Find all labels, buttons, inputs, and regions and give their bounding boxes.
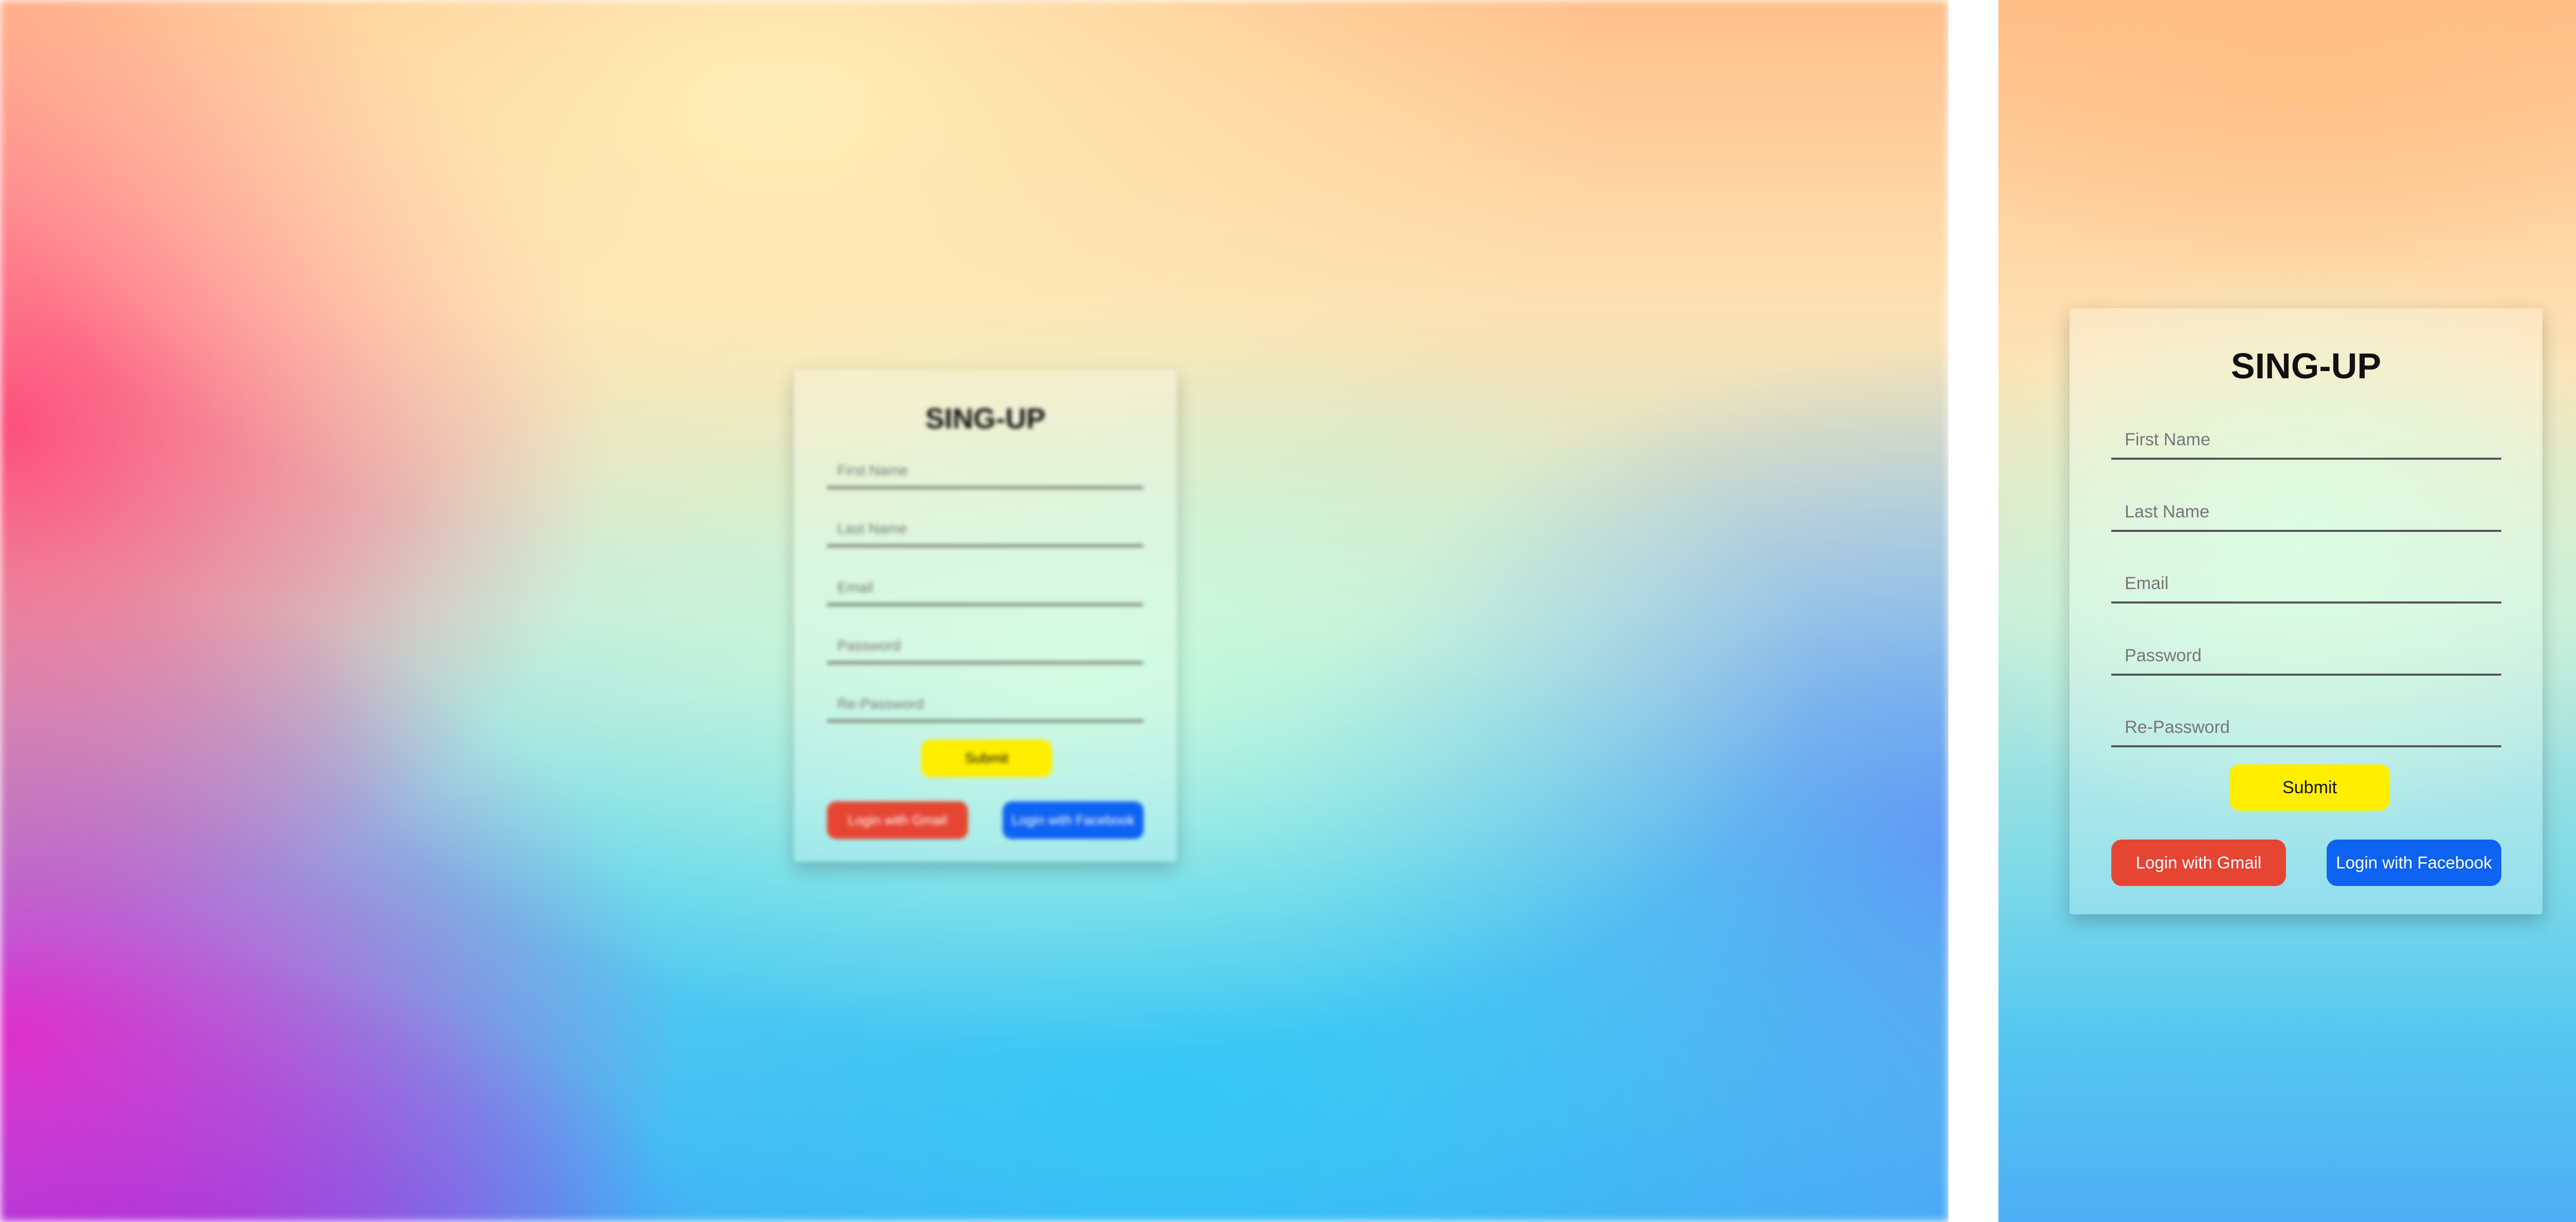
login-facebook-button[interactable]: Login with Facebook [2327,840,2501,886]
desktop-preview: SING-UP Submit Login with Gmail Login wi… [0,0,1948,1222]
last-name-field[interactable] [2111,482,2501,532]
re-password-field[interactable] [827,681,1143,723]
last-name-input[interactable] [2111,482,2501,530]
last-name-field[interactable] [827,506,1143,547]
password-field[interactable] [2111,626,2501,676]
re-password-input[interactable] [827,681,1143,719]
password-input[interactable] [827,623,1143,661]
email-input[interactable] [827,565,1143,603]
first-name-field[interactable] [2111,410,2501,460]
email-field[interactable] [827,565,1143,606]
signup-card: SING-UP Submit Login with Gmail Login wi… [2070,308,2543,914]
login-gmail-button[interactable]: Login with Gmail [827,801,968,839]
signup-card: SING-UP Submit Login with Gmail Login wi… [794,370,1177,862]
mobile-preview: SING-UP Submit Login with Gmail Login wi… [1998,0,2576,1222]
first-name-field[interactable] [827,448,1143,489]
re-password-field[interactable] [2111,698,2501,747]
login-facebook-button[interactable]: Login with Facebook [1003,801,1144,839]
form-title: SING-UP [2231,346,2381,386]
first-name-input[interactable] [2111,410,2501,458]
password-input[interactable] [2111,626,2501,674]
re-password-input[interactable] [2111,698,2501,745]
form-title: SING-UP [925,402,1046,434]
submit-button[interactable]: Submit [2229,764,2390,811]
email-input[interactable] [2111,554,2501,601]
submit-button[interactable]: Submit [921,740,1052,777]
email-field[interactable] [2111,554,2501,604]
password-field[interactable] [827,623,1143,664]
last-name-input[interactable] [827,506,1143,544]
login-gmail-button[interactable]: Login with Gmail [2111,840,2286,886]
first-name-input[interactable] [827,448,1143,486]
